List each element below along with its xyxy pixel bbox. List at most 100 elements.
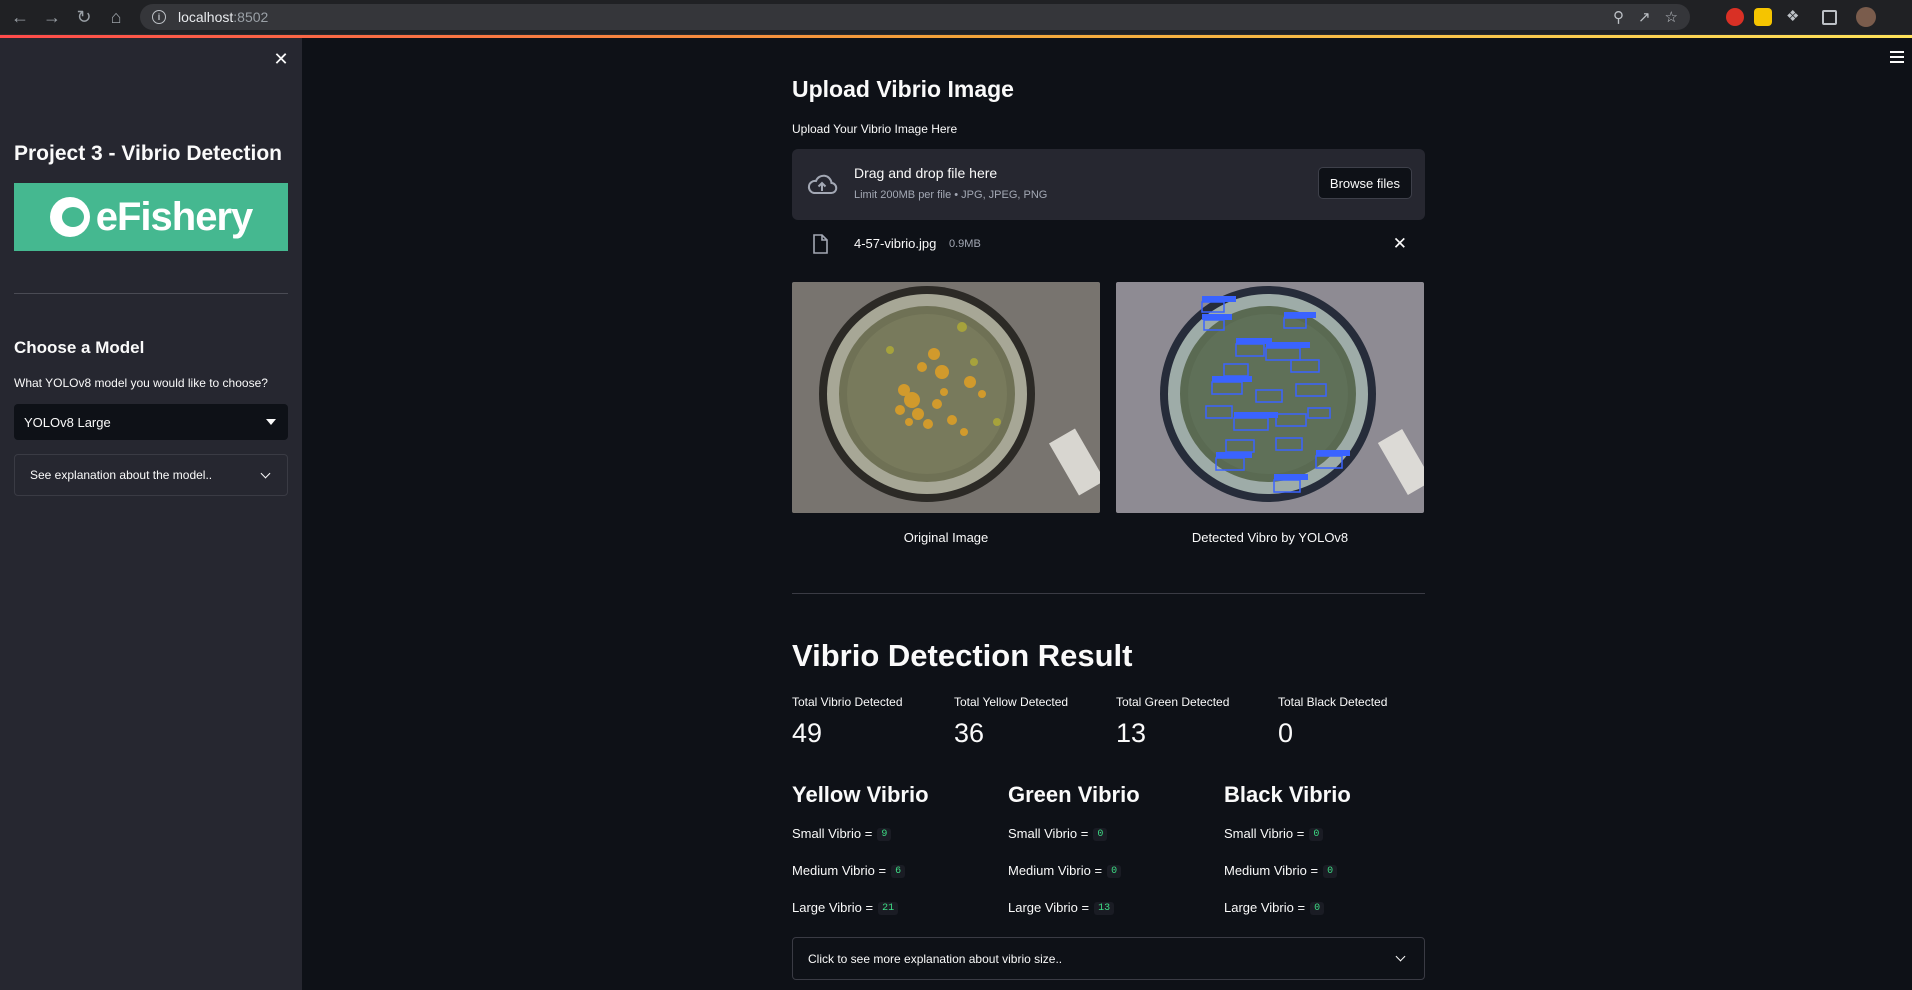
- upload-heading: Upload Vibrio Image: [792, 76, 1014, 102]
- extension-yellow-icon[interactable]: [1754, 8, 1772, 26]
- model-heading: Choose a Model: [14, 338, 145, 357]
- size-row: Large Vibrio = 21: [792, 900, 1002, 937]
- caret-down-icon: [266, 419, 276, 425]
- size-row: Large Vibrio = 0: [1224, 900, 1434, 937]
- model-select-value: YOLOv8 Large: [24, 414, 111, 430]
- size-label: Small Vibrio =: [792, 826, 873, 841]
- uploaded-file-name: 4-57-vibrio.jpg: [854, 236, 937, 251]
- size-label: Large Vibrio =: [792, 900, 874, 915]
- model-explanation-expander[interactable]: See explanation about the model..: [14, 454, 288, 496]
- dropzone-title: Drag and drop file here: [854, 165, 998, 181]
- size-label: Large Vibrio =: [1224, 900, 1306, 915]
- black-vibrio-group: Black Vibrio Small Vibrio = 0 Medium Vibr…: [1224, 782, 1434, 937]
- size-count: 0: [1310, 902, 1325, 915]
- cloud-upload-icon: [807, 174, 838, 194]
- original-image: [792, 282, 1100, 513]
- metric-label: Total Green Detected: [1116, 695, 1230, 709]
- group-title: Black Vibrio: [1224, 782, 1351, 807]
- upload-label: Upload Your Vibrio Image Here: [792, 122, 958, 136]
- sidebar-title: Project 3 - Vibrio Detection: [14, 142, 283, 165]
- metric-value: 13: [1116, 718, 1147, 748]
- site-info-icon[interactable]: i: [152, 10, 166, 24]
- remove-file-icon[interactable]: ✕: [1393, 234, 1407, 254]
- metric-label: Total Black Detected: [1278, 695, 1388, 709]
- size-row: Small Vibrio = 0: [1224, 826, 1434, 863]
- group-title: Green Vibrio: [1008, 782, 1140, 807]
- yellow-vibrio-group: Yellow Vibrio Small Vibrio = 9 Medium Vib…: [792, 782, 1002, 937]
- size-label: Medium Vibrio =: [1224, 863, 1319, 878]
- size-count: 0: [1107, 865, 1122, 878]
- forward-icon[interactable]: →: [40, 5, 64, 29]
- model-select[interactable]: YOLOv8 Large: [14, 404, 288, 440]
- close-sidebar-icon[interactable]: ✕: [272, 49, 290, 69]
- size-label: Large Vibrio =: [1008, 900, 1090, 915]
- metric-total-yellow: Total Yellow Detected 36: [954, 695, 1114, 749]
- metric-total-black: Total Black Detected 0: [1278, 695, 1438, 749]
- original-image-caption: Original Image: [903, 530, 989, 545]
- size-label: Medium Vibrio =: [792, 863, 887, 878]
- size-expander-label: Click to see more explanation about vibr…: [808, 951, 1063, 966]
- metric-total-green: Total Green Detected 13: [1116, 695, 1276, 749]
- metric-label: Total Yellow Detected: [954, 695, 1069, 709]
- metric-total-vibrio: Total Vibrio Detected 49: [792, 695, 952, 749]
- size-label: Small Vibrio =: [1224, 826, 1305, 841]
- side-panel-icon[interactable]: [1822, 10, 1837, 25]
- main-menu-icon[interactable]: [1890, 51, 1904, 63]
- size-explanation-expander[interactable]: Click to see more explanation about vibr…: [792, 937, 1425, 980]
- file-dropzone[interactable]: Drag and drop file here Limit 200MB per …: [792, 149, 1425, 220]
- address-bar[interactable]: i localhost:8502 ⚲ ↗ ☆: [140, 4, 1690, 30]
- green-vibrio-group: Green Vibrio Small Vibrio = 0 Medium Vibr…: [1008, 782, 1218, 937]
- browser-toolbar: ← → ↻ ⌂ i localhost:8502 ⚲ ↗ ☆ ❖: [0, 0, 1912, 35]
- section-divider: [792, 593, 1425, 594]
- fish-logo-icon: [49, 197, 90, 237]
- sidebar-divider: [14, 293, 288, 294]
- size-row: Medium Vibrio = 0: [1224, 863, 1434, 900]
- file-icon: [813, 234, 828, 254]
- metric-value: 49: [792, 718, 823, 748]
- uploaded-file-size: 0.9MB: [949, 238, 981, 250]
- size-count: 13: [1094, 902, 1115, 915]
- metric-value: 0: [1278, 718, 1294, 748]
- size-row: Medium Vibrio = 0: [1008, 863, 1218, 900]
- profile-avatar[interactable]: [1856, 7, 1876, 27]
- zoom-icon[interactable]: ⚲: [1613, 8, 1624, 26]
- size-count: 0: [1093, 828, 1108, 841]
- detected-image: [1116, 282, 1424, 513]
- uploaded-file-row: 4-57-vibrio.jpg 0.9MB ✕: [792, 224, 1425, 264]
- size-label: Medium Vibrio =: [1008, 863, 1103, 878]
- main-content: Upload Vibrio Image Upload Your Vibrio I…: [792, 38, 1425, 990]
- chevron-down-icon: [1395, 951, 1406, 962]
- logo-text: eFishery: [95, 194, 254, 239]
- back-icon[interactable]: ←: [8, 5, 32, 29]
- size-count: 0: [1309, 828, 1324, 841]
- size-row: Small Vibrio = 0: [1008, 826, 1218, 863]
- bookmark-star-icon[interactable]: ☆: [1665, 8, 1678, 26]
- size-count: 21: [878, 902, 899, 915]
- model-expander-label: See explanation about the model..: [30, 468, 213, 482]
- size-row: Large Vibrio = 13: [1008, 900, 1218, 937]
- efishery-logo: eFishery: [14, 183, 288, 251]
- extensions-puzzle-icon[interactable]: ❖: [1786, 7, 1804, 25]
- url-host: localhost: [178, 9, 234, 25]
- size-row: Small Vibrio = 9: [792, 826, 1002, 863]
- size-count: 6: [891, 865, 906, 878]
- detected-image-caption: Detected Vibro by YOLOv8: [1191, 530, 1349, 545]
- size-count: 0: [1323, 865, 1338, 878]
- group-title: Yellow Vibrio: [792, 782, 929, 807]
- size-label: Small Vibrio =: [1008, 826, 1089, 841]
- url-port: :8502: [233, 9, 269, 25]
- sidebar: ✕ Project 3 - Vibrio Detection eFishery …: [0, 38, 302, 990]
- extension-red-icon[interactable]: [1726, 8, 1744, 26]
- home-icon[interactable]: ⌂: [104, 5, 128, 29]
- dropzone-limit: Limit 200MB per file • JPG, JPEG, PNG: [854, 189, 1048, 201]
- share-icon[interactable]: ↗: [1638, 8, 1651, 26]
- size-count: 9: [877, 828, 892, 841]
- browse-files-button[interactable]: Browse files: [1317, 167, 1412, 199]
- size-row: Medium Vibrio = 6: [792, 863, 1002, 900]
- reload-icon[interactable]: ↻: [72, 5, 96, 29]
- metric-label: Total Vibrio Detected: [792, 695, 903, 709]
- chevron-down-icon: [260, 468, 271, 478]
- model-question-label: What YOLOv8 model you would like to choo…: [14, 376, 268, 390]
- result-heading: Vibrio Detection Result: [792, 638, 1133, 673]
- metric-value: 36: [954, 718, 985, 748]
